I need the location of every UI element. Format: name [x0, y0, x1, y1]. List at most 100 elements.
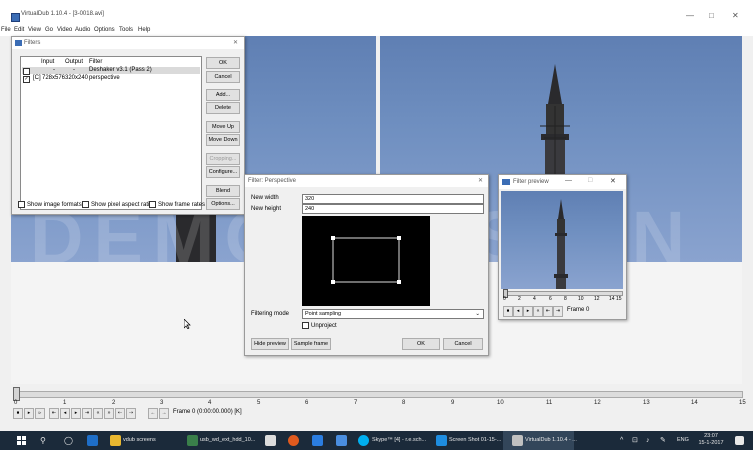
column-filter[interactable]: Filter — [89, 59, 102, 65]
back-icon[interactable]: ◂ — [60, 408, 70, 419]
calculator-icon[interactable] — [265, 435, 276, 446]
end-icon[interactable]: ⇥ — [82, 408, 92, 419]
column-input[interactable]: Input — [41, 59, 54, 65]
filters-dialog-title-bar[interactable]: Filters — [12, 37, 244, 49]
network-icon[interactable]: ⊡ — [632, 431, 638, 450]
corner-handle[interactable] — [331, 280, 335, 284]
window-title-bar[interactable] — [0, 0, 753, 26]
notifications-icon[interactable] — [735, 436, 744, 445]
prev-key-icon[interactable]: « — [93, 408, 103, 419]
play-output-icon[interactable]: ▹ — [35, 408, 45, 419]
show-pixel-aspect-checkbox[interactable]: Show pixel aspect ratios — [82, 201, 156, 208]
menu-video[interactable]: Video — [57, 27, 72, 33]
menu-view[interactable]: View — [28, 27, 41, 33]
virtualdub-taskbar-icon[interactable] — [512, 435, 523, 446]
filter-list[interactable]: Input Output Filter - - Deshaker v3.1 (P… — [20, 56, 202, 210]
forward-icon[interactable]: ▸ — [71, 408, 81, 419]
column-output[interactable]: Output — [65, 59, 83, 65]
configure-button[interactable]: Configure... — [206, 166, 240, 178]
cancel-button[interactable]: Cancel — [443, 338, 483, 350]
prev-key-icon[interactable]: « — [533, 306, 543, 317]
sample-frame-button[interactable]: Sample frame — [291, 338, 331, 350]
preview-dialog-title-bar[interactable]: Filter preview — [499, 175, 626, 189]
table-row[interactable]: - - Deshaker v3.1 (Pass 2) — [22, 67, 200, 75]
delete-filter-button[interactable]: Delete — [206, 102, 240, 114]
move-down-button[interactable]: Move Down — [206, 134, 240, 146]
pen-icon[interactable]: ✎ — [660, 431, 666, 450]
scene-next-icon[interactable]: ⇥ — [553, 306, 563, 317]
play-input-icon[interactable]: ▸ — [24, 408, 34, 419]
tray-chevron-icon[interactable]: ^ — [620, 431, 623, 450]
move-up-button[interactable]: Move Up — [206, 121, 240, 133]
blend-button[interactable]: Blend — [206, 185, 240, 197]
cropping-button[interactable]: Cropping... — [206, 153, 240, 165]
close-button[interactable]: ✕ — [732, 11, 739, 20]
preview-minimize-button[interactable]: — — [565, 177, 572, 184]
menu-file[interactable]: File — [1, 27, 11, 33]
clock[interactable]: 23:07 15-1-2017 — [696, 433, 726, 447]
corner-handle[interactable] — [331, 236, 335, 240]
perspective-dialog-title-bar[interactable]: Filter: Perspective — [245, 175, 488, 187]
maximize-button[interactable]: □ — [709, 11, 714, 20]
menu-tools[interactable]: Tools — [119, 27, 133, 33]
scene-forward-icon[interactable]: ⇢ — [126, 408, 136, 419]
taskbar-item-virtualdub[interactable]: VirtualDub 1.10.4 - ... — [525, 431, 577, 450]
cancel-button[interactable]: Cancel — [206, 71, 240, 83]
shield-icon[interactable] — [336, 435, 347, 446]
search-icon[interactable]: ⚲ — [40, 431, 46, 450]
menu-audio[interactable]: Audio — [75, 27, 90, 33]
filter-enable-checkbox[interactable]: ✓ — [23, 76, 30, 83]
options-button[interactable]: Options... — [206, 198, 240, 210]
add-filter-button[interactable]: Add... — [206, 89, 240, 101]
firefox-icon[interactable] — [288, 435, 299, 446]
drive-icon[interactable] — [187, 435, 198, 446]
ok-button[interactable]: OK — [206, 57, 240, 69]
preview-maximize-button[interactable]: □ — [588, 177, 592, 184]
filters-dialog-close-button[interactable]: ✕ — [233, 39, 238, 46]
timeline-track[interactable] — [13, 391, 743, 398]
task-view-icon[interactable]: ◯ — [64, 431, 73, 450]
taskbar-item-vdub-screens[interactable]: vdub screens — [123, 431, 156, 450]
taskbar-item-skype[interactable]: Skype™ [4] - r.e.sch... — [372, 431, 426, 450]
show-frame-rates-checkbox[interactable]: Show frame rates — [149, 201, 205, 208]
timeline-thumb[interactable] — [13, 387, 20, 401]
menu-go[interactable]: Go — [45, 27, 53, 33]
start-icon[interactable]: ⇤ — [49, 408, 59, 419]
show-image-formats-checkbox[interactable]: Show image formats — [18, 201, 82, 208]
stop-icon[interactable]: ⏹ — [13, 408, 23, 419]
next-key-icon[interactable]: » — [104, 408, 114, 419]
filtering-mode-select[interactable]: Point sampling ⌄ — [302, 309, 484, 319]
new-height-input[interactable]: 240 — [302, 204, 484, 214]
windows-start-icon[interactable] — [17, 436, 26, 445]
ok-button[interactable]: OK — [402, 338, 440, 350]
next-frame-icon[interactable]: ▸ — [523, 306, 533, 317]
hide-preview-button[interactable]: Hide preview — [251, 338, 289, 350]
new-width-input[interactable]: 320 — [302, 194, 484, 204]
corner-handle[interactable] — [397, 236, 401, 240]
scene-back-icon[interactable]: ⇠ — [115, 408, 125, 419]
scene-prev-icon[interactable]: ⇤ — [543, 306, 553, 317]
corner-handle[interactable] — [397, 280, 401, 284]
image-viewer-icon[interactable] — [436, 435, 447, 446]
mark-out-icon[interactable]: → — [159, 408, 169, 419]
menu-edit[interactable]: Edit — [14, 27, 24, 33]
filter-enable-checkbox[interactable] — [23, 68, 30, 75]
skype-icon[interactable] — [358, 435, 369, 446]
table-row[interactable]: ✓ [C] 728x576 320x240 perspective — [22, 75, 200, 83]
perspective-dialog-close-button[interactable]: ✕ — [478, 177, 483, 184]
unproject-checkbox[interactable]: Unproject — [302, 322, 337, 329]
perspective-preview-canvas[interactable] — [302, 216, 430, 306]
mark-in-icon[interactable]: ← — [148, 408, 158, 419]
preview-close-button[interactable]: ✕ — [610, 177, 616, 185]
folder-icon[interactable] — [110, 435, 121, 446]
prev-frame-icon[interactable]: ◂ — [513, 306, 523, 317]
app-icon[interactable] — [312, 435, 323, 446]
edge-browser-icon[interactable] — [87, 435, 98, 446]
menu-help[interactable]: Help — [138, 27, 150, 33]
language-indicator[interactable]: ENG — [677, 431, 689, 450]
stop-icon[interactable]: ⏹ — [503, 306, 513, 317]
taskbar-item-usb-drive[interactable]: usb_wd_ext_hdd_10... — [200, 431, 255, 450]
menu-options[interactable]: Options — [94, 27, 115, 33]
volume-icon[interactable]: ♪ — [646, 431, 650, 450]
minimize-button[interactable]: — — [686, 11, 694, 20]
